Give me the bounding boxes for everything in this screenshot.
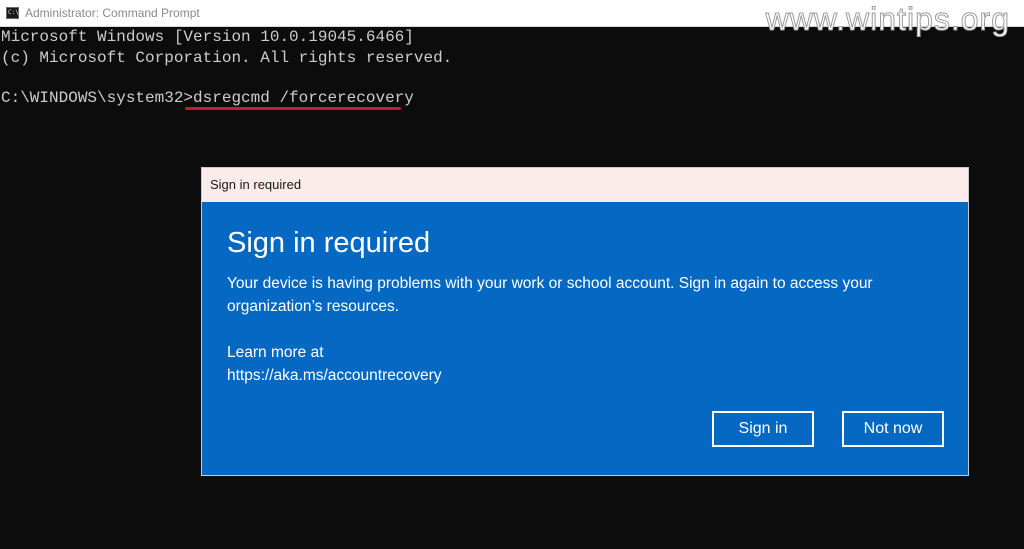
console-version-line: Microsoft Windows [Version 10.0.19045.64… [1,28,414,46]
not-now-button[interactable]: Not now [842,411,944,447]
dialog-body: Sign in required Your device is having p… [202,202,968,475]
dialog-titlebar-text: Sign in required [210,177,302,192]
dialog-titlebar[interactable]: Sign in required [202,168,968,202]
console-command: dsregcmd /forcerecovery [193,89,414,107]
cmd-icon: C:\ [6,7,19,19]
dialog-heading: Sign in required [227,227,431,259]
command-highlight-underline [185,107,401,110]
screen: C:\ Administrator: Command Prompt www.wi… [0,0,1024,549]
console-prompt: C:\WINDOWS\system32> [1,89,194,107]
dialog-message: Your device is having problems with your… [227,275,873,315]
learn-more-link[interactable]: https://aka.ms/accountrecovery [227,364,442,387]
console-copyright-line: (c) Microsoft Corporation. All rights re… [1,49,453,67]
cmd-icon-glyph: C:\ [8,9,19,16]
window-title: Administrator: Command Prompt [25,6,200,20]
console-command-line[interactable]: C:\WINDOWS\system32>dsregcmd /forcerecov… [1,88,414,108]
learn-more-label: Learn more at [227,344,324,361]
watermark: www.wintips.org [765,1,1010,38]
sign-in-button[interactable]: Sign in [712,411,814,447]
sign-in-dialog: Sign in required Sign in required Your d… [202,168,968,475]
